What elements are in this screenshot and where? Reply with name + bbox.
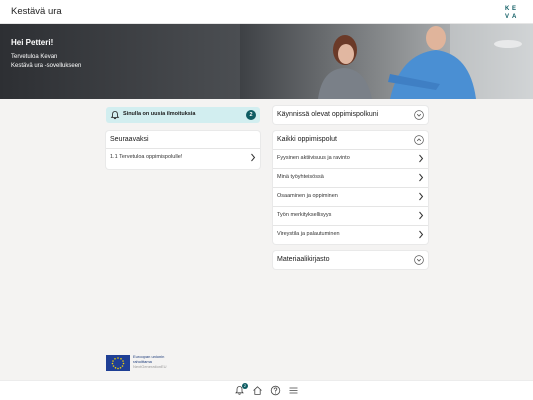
welcome-line-1: Tervetuloa Kevan <box>11 54 58 60</box>
hero-banner: Hei Petteri! Tervetuloa Kevan Kestävä ur… <box>0 24 533 99</box>
eu-funding-logo: Euroopan unionin rahoittama NextGenerati… <box>106 354 178 372</box>
materials-library-title: Materiaalikirjasto <box>277 256 330 263</box>
chevron-circle-down-icon[interactable] <box>414 255 424 265</box>
keva-logo[interactable]: K E V A <box>504 3 521 21</box>
chevron-right-icon <box>419 154 424 163</box>
chevron-right-icon <box>419 192 424 201</box>
svg-text:V: V <box>505 14 509 20</box>
notification-banner[interactable]: Sinulla on uusia ilmoituksia 2 <box>106 107 260 123</box>
path-item-label: Vireystila ja palautuminen <box>277 231 340 237</box>
greeting: Hei Petteri! <box>11 38 54 47</box>
next-up-item[interactable]: 1.1 Tervetuloa oppimispolulle! <box>106 149 260 167</box>
top-bar: Kestävä ura K E V A <box>0 0 533 24</box>
welcome-line-2: Kestävä ura -sovellukseen <box>11 63 82 69</box>
notification-text: Sinulla on uusia ilmoituksia <box>123 111 196 117</box>
chevron-right-icon <box>419 211 424 220</box>
menu-icon[interactable] <box>288 385 299 396</box>
hero-photo <box>240 24 533 99</box>
path-item-competence-learning[interactable]: Osaaminen ja oppiminen <box>273 188 428 206</box>
chevron-circle-up-icon[interactable] <box>414 135 424 145</box>
svg-text:A: A <box>512 14 517 20</box>
notification-count-badge: 2 <box>246 110 256 120</box>
path-item-label: Osaaminen ja oppiminen <box>277 193 338 199</box>
eu-text-line3: NextGenerationEU <box>133 364 167 369</box>
app-title: Kestävä ura <box>11 6 62 17</box>
path-item-label: Minä työyhteisössä <box>277 174 324 180</box>
chevron-right-icon <box>251 153 256 162</box>
bottom-navigation: 2 <box>0 380 533 400</box>
all-paths-section: Kaikki oppimispolut Fyysinen aktiivisuus… <box>273 131 428 244</box>
next-up-card: Seuraavaksi 1.1 Tervetuloa oppimispolull… <box>106 131 260 169</box>
path-item-physical-activity[interactable]: Fyysinen aktiivisuus ja ravinto <box>273 150 428 168</box>
materials-library-section[interactable]: Materiaalikirjasto <box>273 251 428 269</box>
bell-icon <box>110 111 120 120</box>
chevron-circle-down-icon[interactable] <box>414 110 424 120</box>
path-item-label: Fyysinen aktiivisuus ja ravinto <box>277 155 350 161</box>
eu-flag-icon <box>106 355 130 371</box>
all-paths-title: Kaikki oppimispolut <box>277 136 337 143</box>
path-item-label: Työn merkityksellisyys <box>277 212 332 218</box>
home-icon[interactable] <box>252 385 263 396</box>
next-up-title: Seuraavaksi <box>110 136 149 143</box>
ongoing-paths-title: Käynnissä olevat oppimispolkuni <box>277 111 379 118</box>
chevron-right-icon <box>419 173 424 182</box>
path-item-alertness-recovery[interactable]: Vireystila ja palautuminen <box>273 226 428 244</box>
path-item-work-community[interactable]: Minä työyhteisössä <box>273 169 428 187</box>
help-icon[interactable] <box>270 385 281 396</box>
path-item-meaningfulness[interactable]: Työn merkityksellisyys <box>273 207 428 225</box>
nav-notification-badge: 2 <box>242 383 248 389</box>
svg-text:E: E <box>512 6 516 12</box>
next-up-item-label: 1.1 Tervetuloa oppimispolulle! <box>110 154 183 160</box>
ongoing-paths-section[interactable]: Käynnissä olevat oppimispolkuni <box>273 106 428 124</box>
chevron-right-icon <box>419 230 424 239</box>
svg-text:K: K <box>505 6 510 12</box>
